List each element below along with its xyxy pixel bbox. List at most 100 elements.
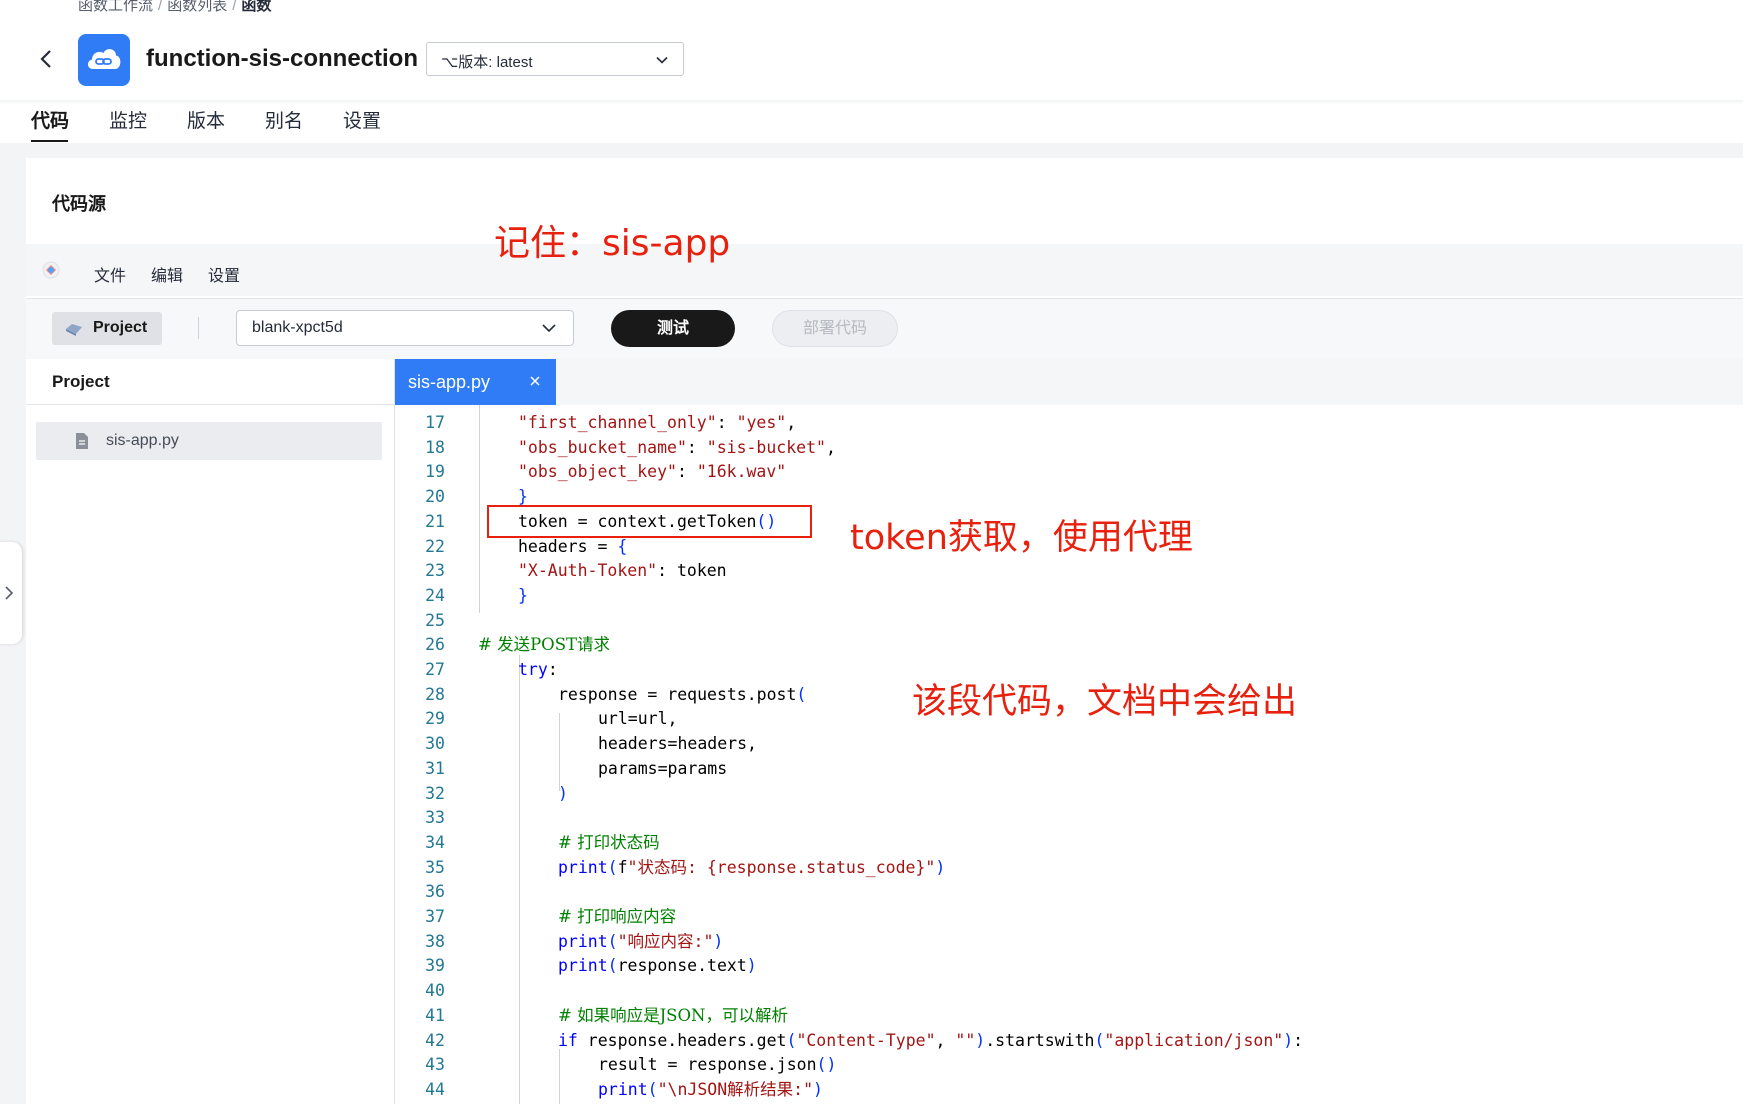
line-number: 35 bbox=[425, 857, 445, 877]
highlight-box bbox=[487, 505, 812, 538]
code-line: 38 print("响应内容:") bbox=[395, 930, 1735, 954]
line-number: 37 bbox=[425, 907, 445, 926]
code-token: headers=headers, bbox=[598, 734, 757, 754]
line-number: 32 bbox=[425, 783, 445, 803]
code-token: , bbox=[786, 413, 797, 432]
chevron-right-icon bbox=[5, 586, 14, 600]
annotation-docs: 该段代码，文档中会给出 bbox=[912, 682, 1298, 722]
line-code: "obs_bucket_name": "sis-bucket", bbox=[518, 436, 836, 460]
line-number: 38 bbox=[425, 931, 445, 951]
test-event-select[interactable]: blank-xpct5d bbox=[236, 310, 574, 346]
project-toggle-button[interactable]: Project bbox=[52, 312, 162, 345]
code-token: # 打印响应内容 bbox=[558, 907, 677, 926]
function-logo bbox=[78, 34, 130, 86]
cloud-link-icon bbox=[87, 49, 121, 69]
breadcrumb-item-current: 函数 bbox=[241, 0, 272, 14]
breadcrumb: 函数工作流 / 函数列表 / 函数 bbox=[78, 0, 271, 15]
deploy-button[interactable]: 部署代码 bbox=[772, 310, 898, 347]
annotation-token: token获取，使用代理 bbox=[850, 518, 1193, 558]
code-token: "first_channel_only" bbox=[518, 413, 717, 432]
code-token: ( bbox=[607, 956, 618, 976]
ide-logo-icon bbox=[40, 259, 62, 281]
code-token: response = requests.post bbox=[558, 684, 797, 704]
function-tabs: 代码 监控 版本 别名 设置 bbox=[0, 100, 1743, 144]
line-number: 40 bbox=[425, 981, 445, 1001]
code-token: response.headers.get bbox=[577, 1030, 787, 1050]
code-token: { bbox=[617, 536, 628, 556]
tab-versions[interactable]: 版本 bbox=[187, 106, 225, 133]
code-line: 42 if response.headers.get("Content-Type"… bbox=[395, 1029, 1735, 1053]
line-number: 19 bbox=[425, 462, 445, 482]
code-line: 40 bbox=[395, 979, 1735, 1003]
expand-sidebar-button[interactable] bbox=[0, 542, 22, 644]
code-token: "16k.wav" bbox=[696, 462, 787, 482]
code-token: ( bbox=[796, 684, 807, 704]
editor-tab-label: sis-app.py bbox=[408, 372, 491, 392]
code-token: try bbox=[518, 660, 548, 679]
code-token: } bbox=[518, 487, 528, 507]
chevron-left-icon bbox=[40, 50, 51, 68]
code-line: 18 "obs_bucket_name": "sis-bucket", bbox=[395, 436, 1735, 460]
tab-monitor[interactable]: 监控 bbox=[109, 106, 147, 133]
project-panel-divider bbox=[26, 404, 394, 405]
line-number: 24 bbox=[425, 585, 445, 605]
code-token: ( bbox=[607, 857, 618, 877]
line-number: 21 bbox=[425, 511, 445, 531]
code-token: print bbox=[598, 1079, 648, 1099]
ide-menubar bbox=[26, 244, 1743, 296]
code-token: } bbox=[518, 585, 528, 605]
tab-aliases[interactable]: 别名 bbox=[265, 106, 303, 133]
code-token: print bbox=[558, 931, 608, 951]
line-code: try: bbox=[518, 658, 558, 682]
code-line: 31 params=params bbox=[395, 757, 1735, 781]
breadcrumb-item-function-list[interactable]: 函数列表 bbox=[167, 0, 227, 14]
version-select[interactable]: ⌥版本: latest bbox=[426, 42, 684, 76]
line-code: result = response.json() bbox=[598, 1053, 836, 1077]
line-number: 23 bbox=[425, 561, 445, 581]
line-code: print(response.text) bbox=[558, 954, 757, 978]
function-name: function-sis-connection bbox=[146, 45, 418, 72]
code-token: f bbox=[617, 857, 628, 877]
code-token: ( bbox=[647, 1079, 658, 1099]
menu-settings[interactable]: 设置 bbox=[208, 262, 240, 286]
tab-settings[interactable]: 设置 bbox=[343, 106, 381, 133]
code-line: 32) bbox=[395, 782, 1735, 806]
menu-file[interactable]: 文件 bbox=[94, 262, 126, 286]
editor-tab[interactable]: sis-app.py bbox=[395, 359, 556, 405]
line-number: 33 bbox=[425, 808, 445, 828]
code-line: 33 bbox=[395, 806, 1735, 830]
file-tree-item[interactable]: sis-app.py bbox=[36, 422, 382, 460]
line-code: # 打印响应内容 bbox=[558, 905, 676, 929]
back-button[interactable] bbox=[36, 48, 58, 70]
line-number: 34 bbox=[425, 832, 445, 852]
line-number: 22 bbox=[425, 536, 445, 556]
code-token: () bbox=[816, 1055, 837, 1075]
line-number: 17 bbox=[425, 413, 445, 432]
test-button[interactable]: 测试 bbox=[611, 310, 735, 347]
menu-edit[interactable]: 编辑 bbox=[151, 262, 183, 286]
code-token: , bbox=[935, 1030, 956, 1050]
code-line: 34 # 打印状态码 bbox=[395, 831, 1735, 855]
code-line: 25 bbox=[395, 609, 1735, 633]
project-icon bbox=[66, 324, 82, 336]
close-icon[interactable] bbox=[528, 374, 542, 388]
breadcrumb-separator: / bbox=[158, 0, 163, 14]
editor-tabbar bbox=[395, 359, 1743, 406]
code-token: ) bbox=[558, 783, 568, 803]
chevron-down-icon bbox=[542, 324, 556, 333]
code-line: 26 # 发送POST请求 bbox=[395, 633, 1735, 657]
line-number: 44 bbox=[425, 1079, 445, 1099]
tab-code[interactable]: 代码 bbox=[31, 106, 69, 133]
code-line: 43 result = response.json() bbox=[395, 1053, 1735, 1077]
line-number: 36 bbox=[425, 882, 445, 902]
line-code: ) bbox=[558, 782, 568, 806]
annotation-remember: 记住：sis-app bbox=[494, 223, 731, 264]
code-token: ( bbox=[1094, 1030, 1105, 1050]
breadcrumb-item-workflow[interactable]: 函数工作流 bbox=[78, 0, 153, 14]
code-token: url=url, bbox=[598, 709, 678, 729]
code-token: ) bbox=[713, 931, 724, 951]
code-token: # 如果响应是JSON，可以解析 bbox=[558, 1005, 788, 1025]
line-number: 28 bbox=[425, 684, 445, 704]
line-number: 43 bbox=[425, 1055, 445, 1075]
code-token: print bbox=[558, 857, 608, 877]
